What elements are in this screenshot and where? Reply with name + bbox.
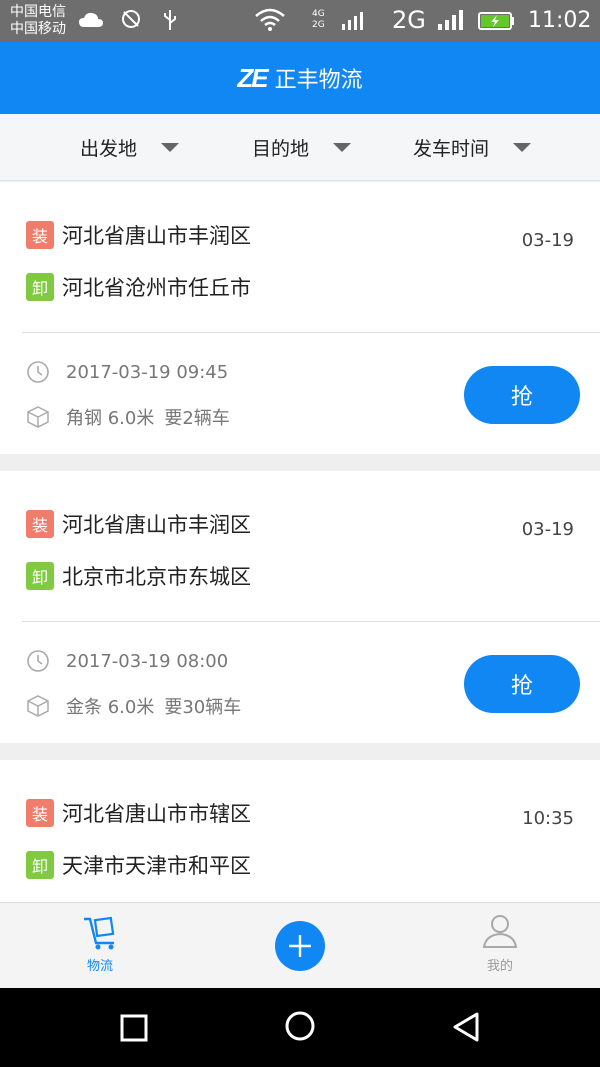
filter-departure-time-label: 发车时间: [413, 137, 490, 160]
plus-icon: [289, 935, 311, 957]
departure-time: 2017-03-19 08:00: [26, 649, 228, 673]
network-type: 2G: [392, 6, 426, 34]
filter-origin-label: 出发地: [80, 137, 138, 160]
usb-icon: [164, 10, 176, 30]
unload-tag: 卸: [26, 562, 54, 590]
grab-order-button[interactable]: 抢: [464, 366, 580, 424]
clock-icon: [27, 361, 49, 383]
route-to: 卸 天津市天津市和平区: [26, 850, 251, 880]
chevron-down-icon: [161, 142, 180, 152]
truck-count: 要2辆车: [164, 408, 230, 429]
clock: 11:02: [528, 8, 592, 33]
divider: [22, 621, 600, 622]
tab-mine-label: 我的: [486, 959, 513, 974]
departure-time: 2017-03-19 09:45: [26, 360, 228, 384]
cart-icon: [84, 916, 115, 950]
filter-destination-label: 目的地: [252, 137, 310, 160]
order-card[interactable]: 装 河北省唐山市丰润区 03-19 卸 北京市北京市东城区 2017-03-19…: [0, 471, 600, 743]
order-date: 10:35: [522, 808, 574, 829]
logo-mark: ZE: [237, 62, 268, 93]
truck-count: 要30辆车: [164, 697, 242, 718]
departure-datetime: 2017-03-19 08:00: [66, 650, 229, 672]
origin: 河北省唐山市丰润区: [62, 513, 251, 537]
filter-bar: 出发地 目的地 发车时间: [0, 114, 600, 181]
route-to: 卸 北京市北京市东城区: [26, 561, 251, 591]
clock-icon: [27, 650, 49, 672]
bottom-tab-bar: 物流 我的: [0, 902, 600, 989]
recent-apps-icon[interactable]: [120, 1014, 148, 1042]
tab-mine[interactable]: 我的: [460, 911, 540, 974]
order-date: 03-19: [521, 230, 574, 251]
route-from: 装 河北省唐山市市辖区: [26, 798, 251, 828]
departure-datetime: 2017-03-19 09:45: [66, 361, 229, 383]
origin: 河北省唐山市市辖区: [62, 802, 251, 826]
unload-tag: 卸: [26, 273, 54, 301]
tab-logistics-label: 物流: [86, 959, 113, 974]
carrier-1: 中国电信: [10, 4, 66, 20]
carrier-2: 中国移动: [10, 21, 66, 37]
destination: 河北省沧州市任丘市: [62, 276, 251, 300]
route-from: 装 河北省唐山市丰润区: [26, 220, 251, 250]
filter-destination[interactable]: 目的地: [252, 114, 352, 180]
route-to: 卸 河北省沧州市任丘市: [26, 272, 251, 302]
logo: ZE 正丰物流: [237, 62, 362, 94]
back-icon[interactable]: [450, 1011, 482, 1043]
origin: 河北省唐山市丰润区: [62, 224, 251, 248]
order-card[interactable]: 装 河北省唐山市丰润区 03-19 卸 河北省沧州市任丘市 2017-03-19…: [0, 182, 600, 454]
user-icon: [482, 915, 518, 948]
battery-charging-icon: [478, 12, 514, 30]
load-tag: 装: [26, 221, 54, 249]
unload-tag: 卸: [26, 851, 54, 879]
destination: 北京市北京市东城区: [62, 565, 251, 589]
network-type-small: 4G 2G: [312, 9, 325, 30]
order-date: 03-19: [521, 519, 574, 540]
load-tag: 装: [26, 510, 54, 538]
cargo-info: 角钢 6.0米 要2辆车: [26, 404, 230, 430]
chevron-down-icon: [513, 142, 532, 152]
cargo-desc: 角钢 6.0米: [66, 408, 155, 429]
settings-circle-icon: [122, 10, 140, 28]
app-title: 正丰物流: [274, 68, 363, 93]
carrier-names: 中国电信 中国移动: [10, 4, 66, 38]
grab-order-button[interactable]: 抢: [464, 655, 580, 713]
wifi-icon: [255, 8, 285, 31]
add-button[interactable]: [275, 921, 325, 971]
tab-logistics[interactable]: 物流: [60, 911, 140, 974]
system-nav-bar: [0, 988, 600, 1067]
package-icon: [27, 406, 49, 428]
route-from: 装 河北省唐山市丰润区: [26, 509, 251, 539]
app-header: ZE 正丰物流: [0, 42, 600, 114]
filter-departure-time[interactable]: 发车时间: [413, 114, 532, 180]
load-tag: 装: [26, 799, 54, 827]
package-icon: [27, 695, 49, 717]
signal-dots-icon: [342, 12, 363, 30]
chevron-down-icon: [333, 142, 352, 152]
divider: [22, 332, 600, 333]
cargo-info: 金条 6.0米 要30辆车: [26, 693, 241, 719]
filter-origin[interactable]: 出发地: [80, 114, 180, 180]
cargo-desc: 金条 6.0米: [66, 697, 155, 718]
cloud-icon: [79, 12, 103, 27]
status-bar: 中国电信 中国移动 4G 2G 2G 11:02: [0, 0, 600, 42]
order-card[interactable]: 装 河北省唐山市市辖区 10:35 卸 天津市天津市和平区: [0, 760, 600, 902]
home-icon[interactable]: [284, 1010, 316, 1042]
destination: 天津市天津市和平区: [62, 854, 251, 878]
signal-icon: [438, 10, 463, 30]
